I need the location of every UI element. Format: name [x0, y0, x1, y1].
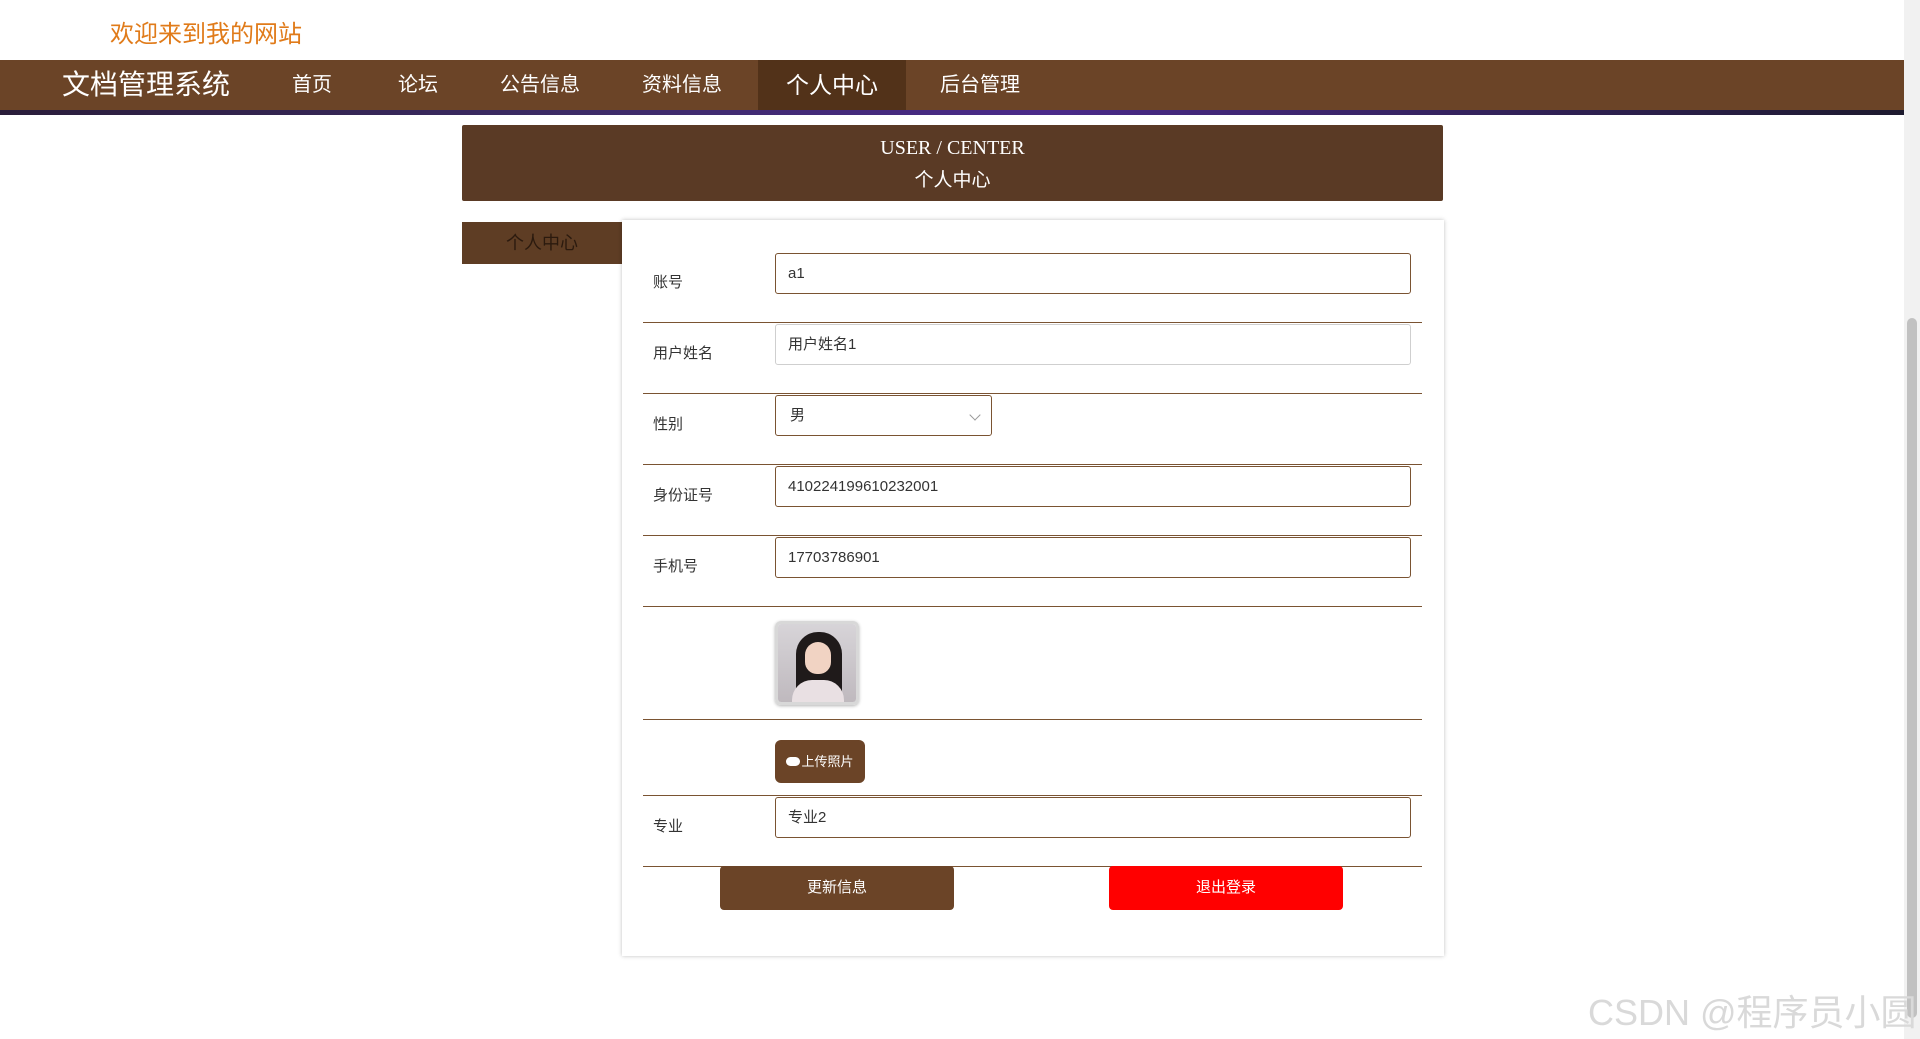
account-input[interactable]: a1 [775, 253, 1411, 294]
form-row-gender: 性别 男 [643, 394, 1422, 465]
update-info-button[interactable]: 更新信息 [720, 866, 954, 910]
nav-item-admin[interactable]: 后台管理 [925, 60, 1035, 110]
banner-title-cn: 个人中心 [914, 170, 991, 191]
avatar [775, 621, 859, 705]
nav-item-user-center[interactable]: 个人中心 [758, 60, 906, 110]
gender-select[interactable]: 男 [775, 395, 992, 436]
main-nav: 文档管理系统 首页 论坛 公告信息 资料信息 个人中心 后台管理 [0, 60, 1904, 110]
account-label: 账号 [653, 274, 684, 291]
nav-item-materials[interactable]: 资料信息 [627, 60, 737, 110]
nav-item-home[interactable]: 首页 [262, 60, 362, 110]
id-number-label: 身份证号 [653, 487, 714, 504]
welcome-text: 欢迎来到我的网站 [110, 21, 302, 48]
nav-item-notices[interactable]: 公告信息 [485, 60, 595, 110]
site-brand[interactable]: 文档管理系统 [62, 60, 230, 110]
watermark: CSDN @程序员小圆 [1588, 992, 1917, 1033]
phone-input[interactable]: 17703786901 [775, 537, 1411, 578]
profile-form-panel: 账号 a1 用户姓名 用户姓名1 性别 男 身份证号 4102241996102… [622, 220, 1444, 956]
nav-accent-strip [0, 110, 1904, 115]
major-input[interactable]: 专业2 [775, 797, 1411, 838]
cloud-upload-icon [786, 757, 801, 766]
page-scrollbar[interactable] [1904, 0, 1920, 1039]
upload-photo-button[interactable]: 上传照片 [775, 740, 865, 783]
gender-select-value: 男 [790, 407, 806, 424]
side-menu-user-center[interactable]: 个人中心 [462, 222, 622, 264]
chevron-down-icon [969, 409, 981, 421]
logout-button[interactable]: 退出登录 [1109, 866, 1343, 910]
id-number-input[interactable]: 410224199610232001 [775, 466, 1411, 507]
user-name-input[interactable]: 用户姓名1 [775, 324, 1411, 365]
major-label: 专业 [653, 818, 684, 835]
page-banner: USER / CENTER 个人中心 [462, 125, 1443, 201]
scrollbar-thumb[interactable] [1907, 318, 1917, 1018]
form-row-id-number: 身份证号 410224199610232001 [643, 465, 1422, 536]
upload-photo-label: 上传照片 [801, 754, 854, 769]
gender-label: 性别 [653, 416, 684, 433]
user-name-label: 用户姓名 [653, 345, 714, 362]
form-row-user-name: 用户姓名 用户姓名1 [643, 323, 1422, 394]
form-row-phone: 手机号 17703786901 [643, 536, 1422, 607]
top-bar: 欢迎来到我的网站 [0, 0, 1904, 60]
form-row-major: 专业 专业2 [643, 796, 1422, 867]
nav-item-forum[interactable]: 论坛 [368, 60, 468, 110]
banner-title-en: USER / CENTER [880, 137, 1025, 159]
form-row-account: 账号 a1 [643, 240, 1422, 323]
form-row-upload: 上传照片 [643, 720, 1422, 796]
phone-label: 手机号 [653, 558, 699, 575]
form-row-avatar [643, 607, 1422, 720]
